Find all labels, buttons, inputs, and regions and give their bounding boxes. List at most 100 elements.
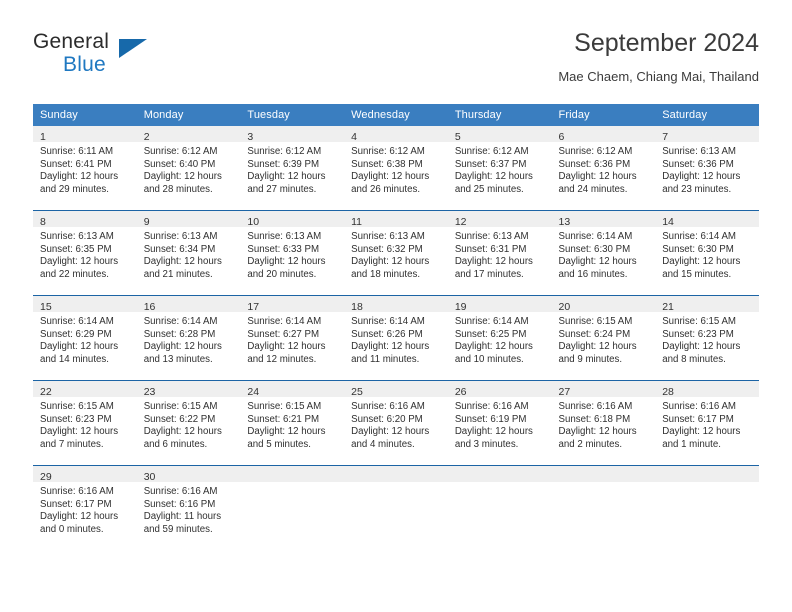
- day-cell[interactable]: 8 Sunrise: 6:13 AM Sunset: 6:35 PM Dayli…: [33, 210, 137, 296]
- calendar-header-row: Sunday Monday Tuesday Wednesday Thursday…: [33, 104, 759, 126]
- daylight-text-line1: Daylight: 12 hours: [454, 341, 533, 353]
- sunset-text: Sunset: 6:23 PM: [40, 413, 112, 425]
- sunrise-text: Sunrise: 6:13 AM: [143, 231, 218, 242]
- day-cell[interactable]: 5 Sunrise: 6:12 AM Sunset: 6:37 PM Dayli…: [447, 126, 552, 211]
- daylight-text-line2: and 28 minutes.: [143, 183, 213, 195]
- daylight-text-line2: and 4 minutes.: [351, 438, 415, 450]
- daylight-text-line2: and 0 minutes.: [40, 523, 104, 535]
- day-details: Sunrise: 6:15 AM Sunset: 6:22 PM Dayligh…: [137, 397, 241, 451]
- sunset-text: Sunset: 6:20 PM: [351, 413, 423, 425]
- day-number-band: [655, 466, 759, 482]
- sunrise-text: Sunrise: 6:16 AM: [351, 401, 425, 412]
- sunset-text: Sunset: 6:27 PM: [247, 328, 320, 340]
- sunset-text: Sunset: 6:30 PM: [662, 243, 734, 255]
- day-cell[interactable]: 14 Sunrise: 6:14 AM Sunset: 6:30 PM Dayl…: [655, 210, 759, 296]
- day-cell[interactable]: 18 Sunrise: 6:14 AM Sunset: 6:26 PM Dayl…: [344, 295, 448, 381]
- day-number: 6: [558, 131, 565, 143]
- day-cell[interactable]: 13 Sunrise: 6:14 AM Sunset: 6:30 PM Dayl…: [551, 210, 656, 296]
- sunset-text: Sunset: 6:32 PM: [351, 243, 423, 255]
- day-cell[interactable]: 10 Sunrise: 6:13 AM Sunset: 6:33 PM Dayl…: [240, 210, 345, 296]
- day-cell[interactable]: 26 Sunrise: 6:16 AM Sunset: 6:19 PM Dayl…: [447, 380, 552, 466]
- day-cell[interactable]: 9 Sunrise: 6:13 AM Sunset: 6:34 PM Dayli…: [136, 210, 241, 296]
- day-cell[interactable]: 22 Sunrise: 6:15 AM Sunset: 6:23 PM Dayl…: [33, 380, 137, 466]
- day-cell[interactable]: 12 Sunrise: 6:13 AM Sunset: 6:31 PM Dayl…: [447, 210, 552, 296]
- day-number-band: 8: [33, 211, 137, 228]
- sunset-text: Sunset: 6:26 PM: [351, 328, 423, 340]
- day-number-band: [551, 466, 656, 482]
- day-cell[interactable]: 27 Sunrise: 6:16 AM Sunset: 6:18 PM Dayl…: [551, 380, 656, 466]
- day-cell[interactable]: 29 Sunrise: 6:16 AM Sunset: 6:17 PM Dayl…: [33, 465, 137, 550]
- daylight-text-line2: and 16 minutes.: [558, 268, 628, 280]
- day-number: 30: [143, 471, 156, 483]
- daylight-text-line2: and 7 minutes.: [40, 438, 104, 450]
- daylight-text-line2: and 10 minutes.: [454, 353, 524, 365]
- day-number-band: 11: [344, 211, 448, 228]
- day-details: Sunrise: 6:12 AM Sunset: 6:36 PM Dayligh…: [552, 142, 656, 196]
- sunset-text: Sunset: 6:39 PM: [247, 158, 320, 170]
- calendar-page: General Blue September 2024 Mae Chaem, C…: [0, 0, 792, 612]
- sunset-text: Sunset: 6:38 PM: [351, 158, 423, 170]
- daylight-text-line1: Daylight: 12 hours: [351, 426, 430, 438]
- sunrise-text: Sunrise: 6:16 AM: [558, 401, 633, 412]
- daylight-text-line2: and 12 minutes.: [247, 353, 317, 365]
- daylight-text-line1: Daylight: 12 hours: [662, 426, 741, 438]
- day-details: Sunrise: 6:15 AM Sunset: 6:23 PM Dayligh…: [655, 312, 759, 366]
- day-number-band: 21: [655, 296, 759, 313]
- day-number-band: 18: [344, 296, 448, 313]
- day-cell[interactable]: 15 Sunrise: 6:14 AM Sunset: 6:29 PM Dayl…: [33, 295, 137, 381]
- day-number: 19: [454, 301, 467, 313]
- day-cell[interactable]: 28 Sunrise: 6:16 AM Sunset: 6:17 PM Dayl…: [655, 380, 759, 466]
- weekday-header-saturday: Saturday: [655, 104, 759, 126]
- sunrise-text: Sunrise: 6:14 AM: [454, 316, 529, 327]
- daylight-text-line2: and 15 minutes.: [662, 268, 732, 280]
- daylight-text-line2: and 26 minutes.: [351, 183, 421, 195]
- day-number-band: 22: [33, 381, 137, 398]
- daylight-text-line1: Daylight: 12 hours: [558, 341, 637, 353]
- sunrise-text: Sunrise: 6:12 AM: [558, 146, 633, 157]
- day-cell[interactable]: 17 Sunrise: 6:14 AM Sunset: 6:27 PM Dayl…: [240, 295, 345, 381]
- page-header: General Blue September 2024 Mae Chaem, C…: [33, 28, 759, 98]
- day-cell[interactable]: 3 Sunrise: 6:12 AM Sunset: 6:39 PM Dayli…: [240, 126, 345, 211]
- sunset-text: Sunset: 6:41 PM: [40, 158, 112, 170]
- daylight-text-line2: and 27 minutes.: [247, 183, 317, 195]
- day-number-band: 15: [33, 296, 137, 313]
- day-number: 1: [40, 131, 46, 143]
- day-cell[interactable]: 7 Sunrise: 6:13 AM Sunset: 6:36 PM Dayli…: [655, 126, 759, 211]
- day-number: 9: [143, 216, 150, 228]
- day-number: 3: [247, 131, 254, 143]
- day-cell[interactable]: 2 Sunrise: 6:12 AM Sunset: 6:40 PM Dayli…: [136, 126, 241, 211]
- day-details: Sunrise: 6:16 AM Sunset: 6:17 PM Dayligh…: [33, 482, 137, 536]
- day-cell[interactable]: 4 Sunrise: 6:12 AM Sunset: 6:38 PM Dayli…: [344, 126, 448, 211]
- day-cell[interactable]: 25 Sunrise: 6:16 AM Sunset: 6:20 PM Dayl…: [344, 380, 448, 466]
- day-number: 11: [351, 216, 363, 228]
- day-cell[interactable]: 11 Sunrise: 6:13 AM Sunset: 6:32 PM Dayl…: [344, 210, 448, 296]
- daylight-text-line1: Daylight: 12 hours: [143, 256, 222, 268]
- sunrise-text: Sunrise: 6:13 AM: [454, 231, 529, 242]
- day-cell[interactable]: 19 Sunrise: 6:14 AM Sunset: 6:25 PM Dayl…: [447, 295, 552, 381]
- sunrise-text: Sunrise: 6:14 AM: [143, 316, 218, 327]
- day-number: 16: [143, 301, 156, 313]
- day-cell[interactable]: 30 Sunrise: 6:16 AM Sunset: 6:16 PM Dayl…: [136, 465, 241, 550]
- day-number: 10: [247, 216, 260, 228]
- day-number: 8: [40, 216, 46, 228]
- day-cell[interactable]: 1 Sunrise: 6:11 AM Sunset: 6:41 PM Dayli…: [33, 126, 137, 211]
- day-cell[interactable]: 23 Sunrise: 6:15 AM Sunset: 6:22 PM Dayl…: [136, 380, 241, 466]
- weekday-header-sunday: Sunday: [33, 104, 137, 126]
- day-cell[interactable]: 16 Sunrise: 6:14 AM Sunset: 6:28 PM Dayl…: [136, 295, 241, 381]
- daylight-text-line1: Daylight: 12 hours: [143, 426, 222, 438]
- day-details: Sunrise: 6:12 AM Sunset: 6:38 PM Dayligh…: [344, 142, 448, 196]
- day-details: Sunrise: 6:13 AM Sunset: 6:34 PM Dayligh…: [137, 227, 241, 281]
- daylight-text-line1: Daylight: 11 hours: [143, 511, 222, 523]
- day-details: Sunrise: 6:11 AM Sunset: 6:41 PM Dayligh…: [33, 142, 137, 196]
- daylight-text-line2: and 25 minutes.: [454, 183, 524, 195]
- day-cell[interactable]: 21 Sunrise: 6:15 AM Sunset: 6:23 PM Dayl…: [655, 295, 759, 381]
- logo-text-blue: Blue: [63, 53, 106, 76]
- day-cell[interactable]: 24 Sunrise: 6:15 AM Sunset: 6:21 PM Dayl…: [240, 380, 345, 466]
- calendar-week-row: 1 Sunrise: 6:11 AM Sunset: 6:41 PM Dayli…: [33, 126, 759, 211]
- day-number-band: 25: [344, 381, 448, 398]
- day-cell[interactable]: 6 Sunrise: 6:12 AM Sunset: 6:36 PM Dayli…: [551, 126, 656, 211]
- sunset-text: Sunset: 6:17 PM: [40, 498, 112, 510]
- day-cell[interactable]: 20 Sunrise: 6:15 AM Sunset: 6:24 PM Dayl…: [551, 295, 656, 381]
- day-number: 12: [454, 216, 467, 228]
- day-number: 4: [351, 131, 357, 143]
